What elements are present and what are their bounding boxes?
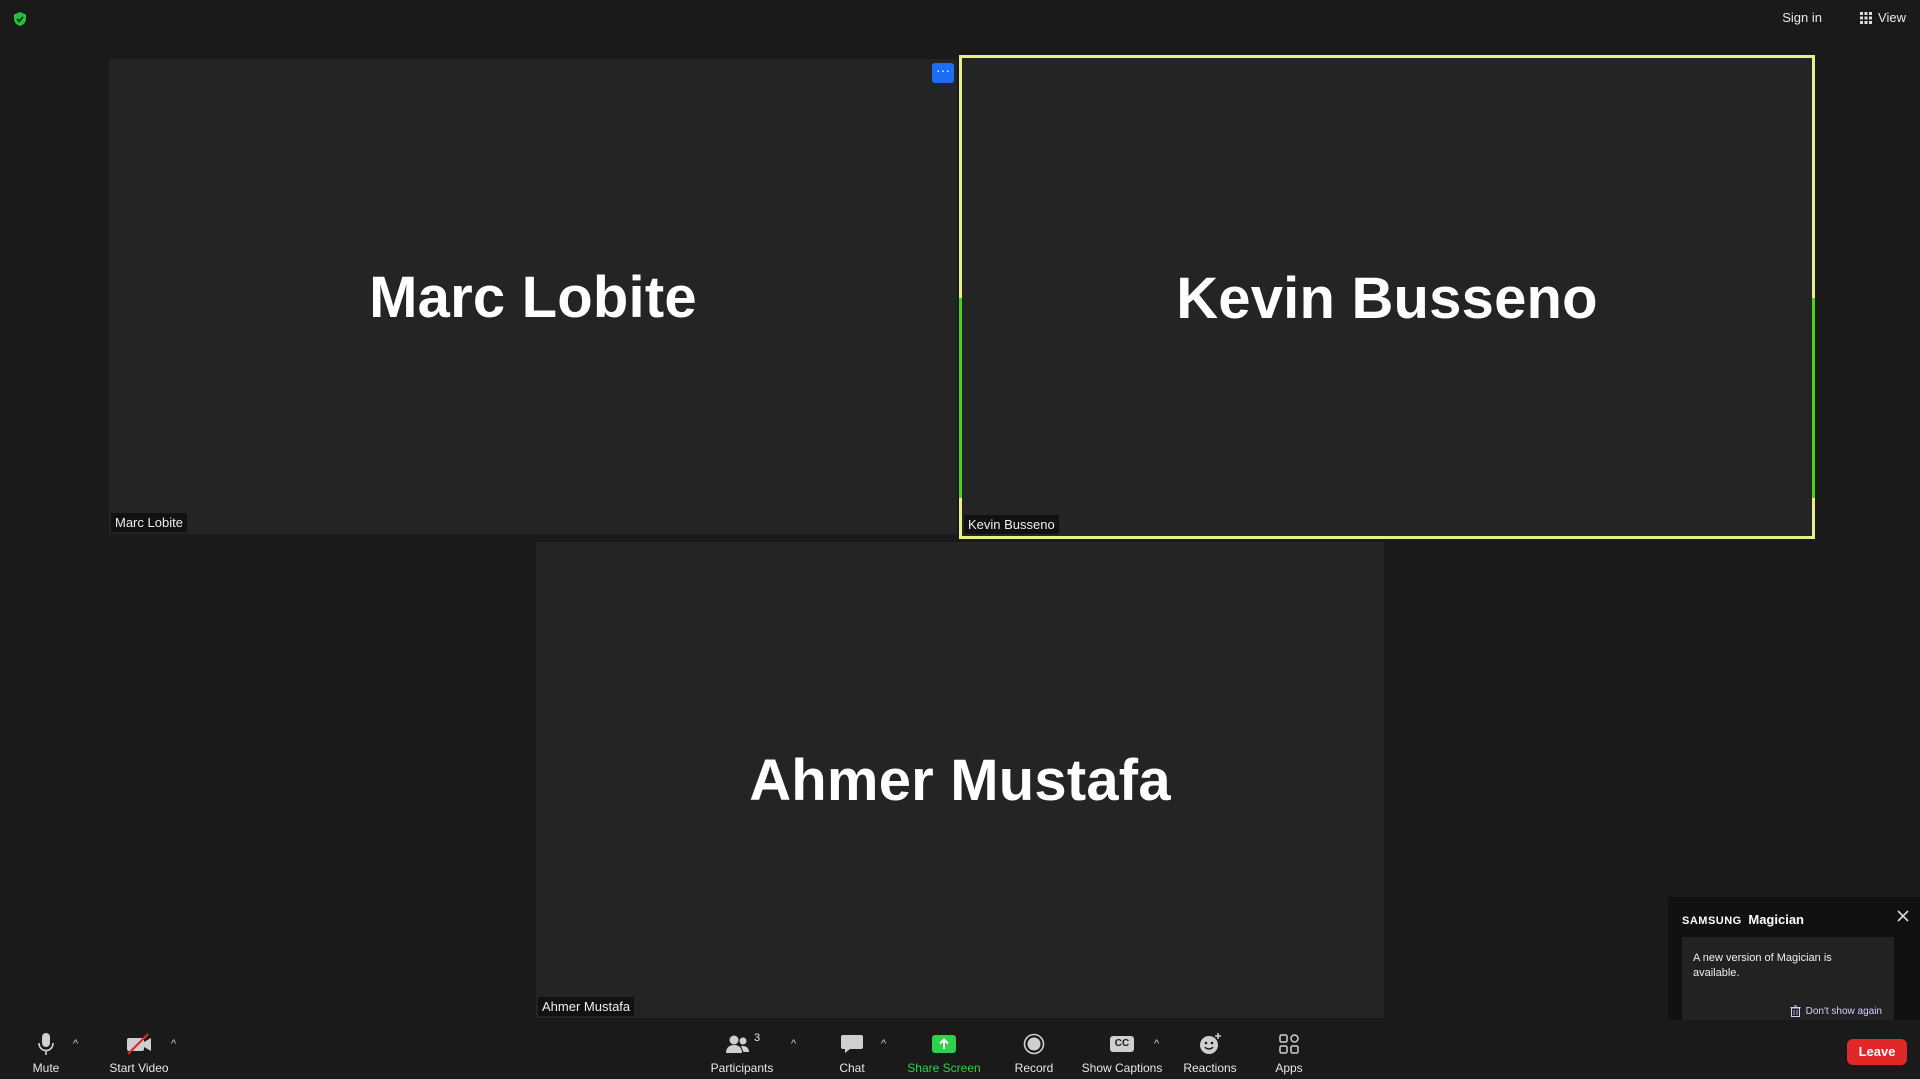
apps-icon [1279,1034,1299,1054]
chat-label: Chat [839,1061,865,1075]
video-off-icon [127,1033,151,1055]
microphone-icon [38,1033,54,1055]
audio-options-caret[interactable]: ^ [73,1038,78,1050]
participant-nameplate: Marc Lobite [111,513,187,532]
mute-button[interactable]: Mute [22,1030,70,1075]
chat-button[interactable]: Chat [830,1030,874,1075]
participant-display-name: Ahmer Mustafa [749,748,1171,813]
record-button[interactable]: Record [1010,1030,1058,1075]
share-screen-button[interactable]: Share Screen [906,1030,982,1075]
participants-icon [725,1035,749,1053]
participant-display-name: Marc Lobite [369,265,697,330]
app-name: Magician [1748,912,1804,927]
video-tile-marc-lobite[interactable]: Marc Lobite Marc Lobite [109,59,957,534]
share-screen-label: Share Screen [907,1061,981,1075]
mute-label: Mute [32,1061,60,1075]
grid-icon [1860,11,1873,24]
leave-button[interactable]: Leave [1847,1039,1907,1065]
apps-label: Apps [1275,1061,1303,1075]
shield-check-icon[interactable] [12,11,28,27]
video-tile-ahmer-mustafa[interactable]: Ahmer Mustafa Ahmer Mustafa [536,542,1384,1018]
sign-in-link[interactable]: Sign in [1782,10,1822,25]
reactions-button[interactable]: Reactions [1180,1030,1240,1075]
speaker-indicator-right [1812,298,1815,498]
participants-label: Participants [710,1061,774,1075]
video-options-caret[interactable]: ^ [171,1038,176,1050]
meeting-toolbar: Mute ^ Start Video ^ 3 Participants ^ Ch… [0,1020,1920,1079]
notification-message: A new version of Magician is available. [1693,952,1832,979]
top-bar: Sign in View [0,0,1920,40]
participants-button[interactable]: 3 Participants [708,1030,776,1075]
close-icon[interactable] [1894,907,1912,925]
magician-notification: SAMSUNG Magician A new version of Magici… [1668,897,1920,1037]
brand-name: SAMSUNG [1682,915,1742,927]
chat-options-caret[interactable]: ^ [881,1038,886,1050]
cc-icon: CC [1110,1036,1134,1052]
notification-card: A new version of Magician is available. … [1682,937,1894,1027]
start-video-button[interactable]: Start Video [104,1030,174,1075]
participant-count: 3 [753,1032,761,1044]
apps-button[interactable]: Apps [1266,1030,1312,1075]
participant-display-name: Kevin Busseno [1176,266,1598,331]
chat-icon [841,1035,863,1053]
start-video-label: Start Video [109,1061,169,1075]
record-label: Record [1014,1061,1054,1075]
notification-title: SAMSUNG Magician [1682,912,1804,927]
reactions-label: Reactions [1183,1061,1237,1075]
dont-show-again-button[interactable]: Don't show again [1790,1005,1882,1017]
show-captions-button[interactable]: CC Show Captions [1080,1030,1164,1075]
captions-options-caret[interactable]: ^ [1154,1038,1159,1050]
participant-nameplate: Ahmer Mustafa [538,997,635,1016]
participants-options-caret[interactable]: ^ [791,1038,796,1050]
participant-nameplate: Kevin Busseno [964,515,1059,534]
dont-show-again-label: Don't show again [1805,1005,1882,1017]
smiley-icon [1200,1033,1221,1054]
tile-more-options-button[interactable]: ··· [932,63,954,83]
view-button[interactable]: View [1860,10,1906,25]
view-label: View [1878,10,1906,25]
record-icon [1023,1033,1045,1055]
video-tile-kevin-busseno[interactable]: Kevin Busseno Kevin Busseno [959,55,1815,539]
share-screen-icon [932,1035,956,1053]
trash-icon [1790,1005,1801,1017]
show-captions-label: Show Captions [1081,1061,1163,1075]
